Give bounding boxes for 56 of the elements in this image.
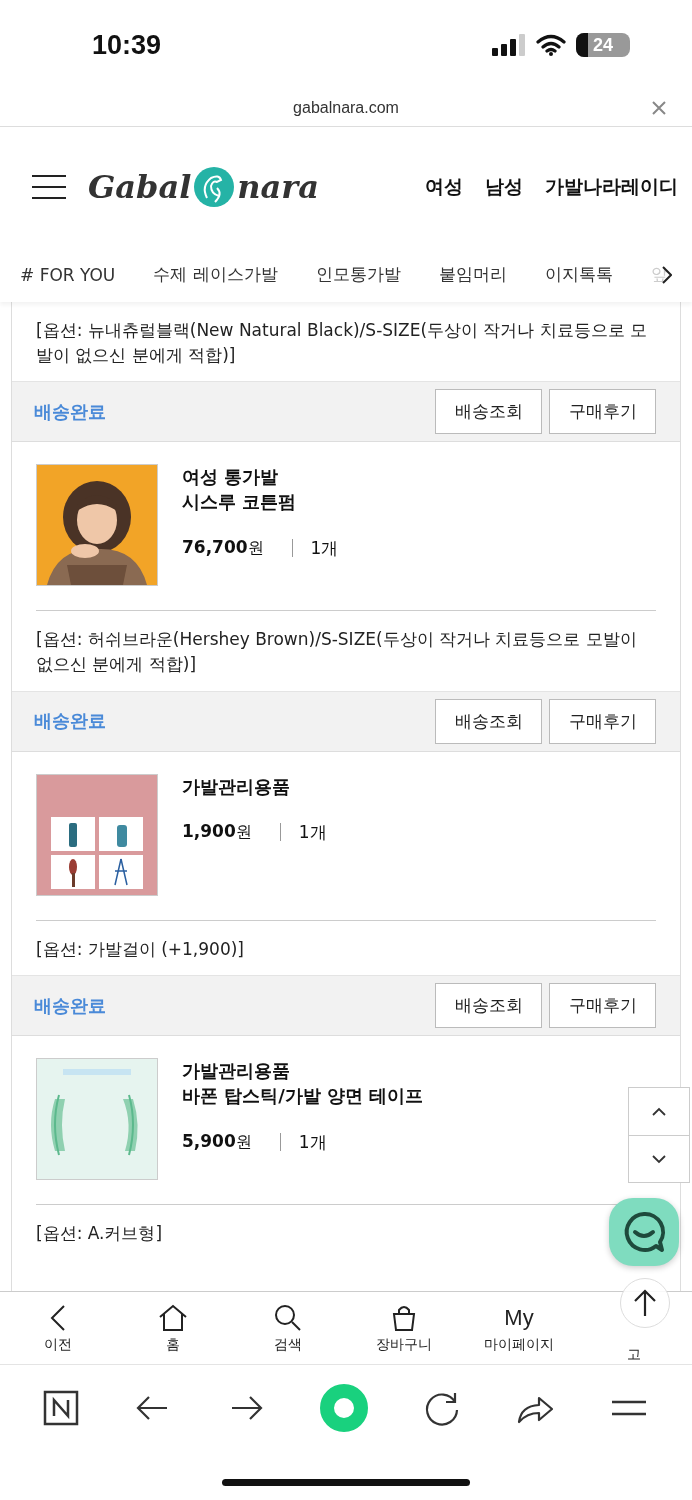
order-button[interactable]: 구매후기 <box>549 389 656 435</box>
category-tab[interactable]: # FOR YOU <box>20 264 116 285</box>
delivery-status: 배송완료 <box>34 709 106 734</box>
chevron-down-icon <box>652 1154 666 1164</box>
category-tab[interactable]: 붙임머리 <box>438 263 507 286</box>
signal-icon <box>492 34 526 56</box>
product-name[interactable]: 여성 통가발 시스루 코튼펌 <box>182 464 339 515</box>
nav-tab[interactable]: My 마이페이지 <box>461 1302 577 1354</box>
delivery-status: 배송완료 <box>34 399 106 424</box>
wifi-icon <box>536 34 566 56</box>
close-icon[interactable] <box>652 101 666 115</box>
category-tab[interactable]: 수제 레이스가발 <box>153 263 278 286</box>
chat-button[interactable] <box>609 1198 679 1266</box>
category-tab[interactable]: 인모통가발 <box>315 263 401 286</box>
product-quantity: 1개 <box>310 536 339 560</box>
n-logo-icon[interactable] <box>42 1390 79 1426</box>
option-text: [옵션: 가발걸이 (+1,900)] <box>36 937 244 961</box>
my-icon: My <box>504 1305 534 1331</box>
order-button[interactable]: 구매후기 <box>549 983 656 1029</box>
option-text: [옵션: 뉴내츄럴블랙(New Natural Black)/S-SIZE(두상이 작거나 치료등으로 모발이 없으신 분에게 적합)] <box>36 319 649 367</box>
order-button[interactable]: 배송조회 <box>435 389 542 435</box>
order-button[interactable]: 구매후기 <box>549 698 656 744</box>
delivery-status: 배송완료 <box>34 993 106 1018</box>
product-quantity: 1개 <box>298 1130 327 1154</box>
arrow-up-icon <box>633 1289 657 1317</box>
search-icon <box>274 1304 303 1332</box>
option-text: [옵션: 허쉬브라운(Hershey Brown)/S-SIZE(두상이 작거나 치료등으로 모발이 없으신 분에게 적합)] <box>36 628 638 676</box>
order-button[interactable]: 배송조회 <box>435 983 542 1029</box>
menu-icon[interactable] <box>32 174 66 200</box>
nav-link[interactable]: 가발나라레이디 <box>545 174 678 200</box>
category-tab[interactable]: 이지톡톡 <box>544 263 613 286</box>
clock: 10:39 <box>92 29 162 61</box>
product-name[interactable]: 가발관리용품 바폰 탑스틱/가발 양면 테이프 <box>182 1058 424 1109</box>
product-price: 1,900원 <box>182 821 252 844</box>
nav-tab[interactable]: 검색 <box>230 1302 346 1354</box>
option-text: [옵션: A.커브형] <box>36 1222 163 1246</box>
chevron-up-icon <box>652 1107 666 1116</box>
chat-icon <box>622 1210 666 1254</box>
site-logo[interactable]: Gabal nara <box>88 166 319 208</box>
nav-link[interactable]: 여성 <box>425 174 463 200</box>
product-price: 5,900원 <box>182 1131 252 1154</box>
product-price: 76,700원 <box>182 537 264 560</box>
product-name[interactable]: 가발관리용품 <box>182 773 327 799</box>
nav-link[interactable]: 남성 <box>485 174 523 200</box>
nav-tab[interactable]: 홈 <box>115 1302 231 1354</box>
home-icon <box>158 1304 188 1332</box>
product-quantity: 1개 <box>298 820 327 844</box>
order-button[interactable]: 배송조회 <box>435 698 542 744</box>
nav-tab[interactable]: 장바구니 <box>346 1302 462 1354</box>
nav-tab[interactable]: 이전 <box>0 1302 116 1354</box>
url-text[interactable]: gabalnara.com <box>293 99 399 117</box>
shopping-bag-icon <box>391 1304 416 1332</box>
nav-tab[interactable]: 고 <box>627 1346 642 1364</box>
battery-icon: 24 <box>576 33 630 57</box>
back-icon <box>49 1304 66 1332</box>
scroll-top-button[interactable] <box>620 1278 670 1328</box>
